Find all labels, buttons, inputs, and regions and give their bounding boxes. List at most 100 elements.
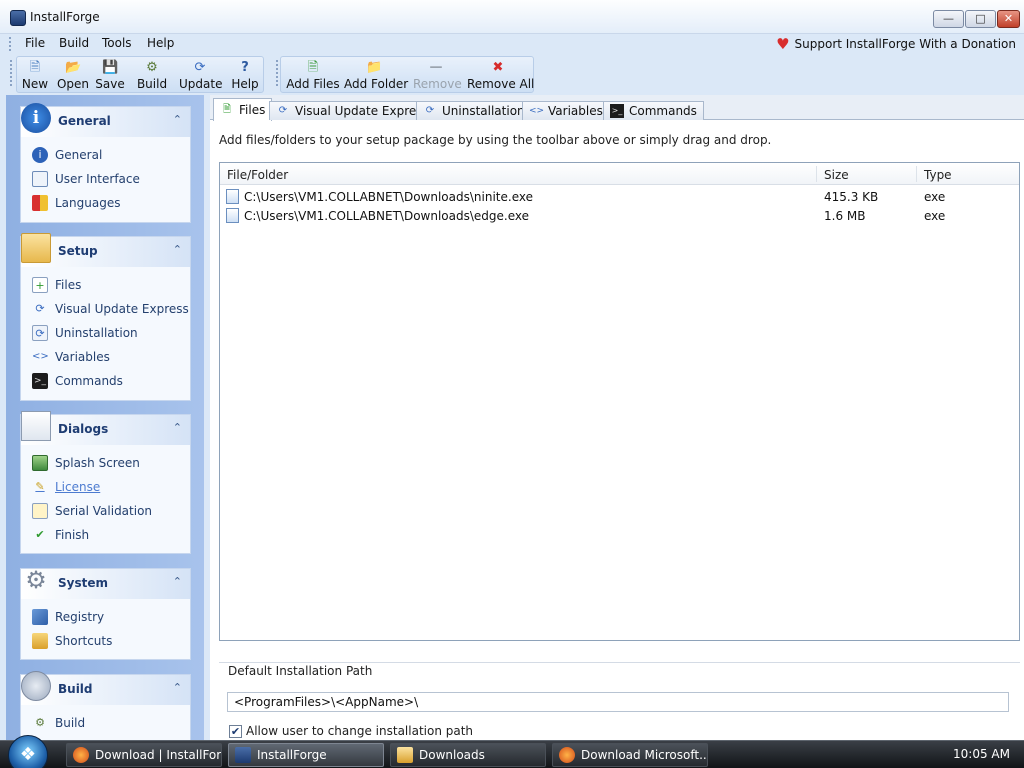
menu-grip[interactable] (9, 37, 12, 51)
column-header-file-folder[interactable]: File/Folder (227, 168, 288, 182)
sidebar-item-general[interactable]: i General (32, 146, 102, 164)
new-button[interactable]: 🗎 New (19, 57, 51, 93)
file-icon (226, 189, 239, 204)
menu-build[interactable]: Build (59, 36, 89, 50)
uninstall-icon: ⟳ (425, 105, 435, 116)
terminal-icon: >_ (610, 104, 624, 118)
path-group-legend: Default Installation Path (227, 664, 374, 678)
toolbar-grip[interactable] (10, 60, 13, 86)
menu-tools[interactable]: Tools (102, 36, 132, 50)
save-button[interactable]: 💾 Save (95, 57, 125, 93)
menu-help[interactable]: Help (147, 36, 174, 50)
taskbar-item-firefox-installforge[interactable]: Download | InstallFor... (66, 743, 222, 767)
window-icon (32, 171, 48, 187)
build-button[interactable]: ⚙ Build (135, 57, 169, 93)
remove-all-button[interactable]: ✖ Remove All (467, 57, 534, 93)
tab-files[interactable]: 🗎 Files (213, 98, 273, 121)
maximize-button[interactable]: □ (965, 10, 996, 28)
sidebar-item-finish[interactable]: ✔ Finish (32, 526, 89, 544)
sidebar-item-visual-update-express[interactable]: ⟳ Visual Update Express (32, 300, 188, 318)
menu-file[interactable]: File (25, 36, 45, 50)
taskbar-item-firefox-microsoft[interactable]: Download Microsoft... (552, 743, 708, 767)
save-icon: 💾 (102, 60, 119, 75)
installation-path-input[interactable] (227, 692, 1009, 712)
file-size: 415.3 KB (824, 190, 879, 204)
folder-icon (21, 233, 51, 263)
column-divider[interactable] (916, 166, 917, 182)
file-size: 1.6 MB (824, 209, 866, 223)
splash-image-icon (32, 455, 48, 471)
file-type: exe (924, 209, 946, 223)
table-row[interactable]: C:\Users\VM1.COLLABNET\Downloads\edge.ex… (220, 207, 1019, 226)
table-row[interactable]: C:\Users\VM1.COLLABNET\Downloads\ninite.… (220, 188, 1019, 207)
sidebar-item-splash-screen[interactable]: Splash Screen (32, 454, 140, 472)
add-file-icon: + (32, 277, 48, 293)
heart-icon: ♥ (776, 35, 790, 53)
start-button[interactable]: ❖ (8, 735, 48, 768)
allow-change-path-checkbox[interactable]: ✔ Allow user to change installation path (229, 724, 473, 738)
system-clock[interactable]: 10:05 AM (953, 747, 1010, 761)
tab-uninstallation[interactable]: ⟳ Uninstallation (416, 101, 532, 120)
column-divider[interactable] (816, 166, 817, 182)
sidebar-item-user-interface[interactable]: User Interface (32, 170, 140, 188)
panel-dialogs: Dialogs ⌃ Splash Screen ✎ License Serial… (20, 411, 191, 554)
open-button[interactable]: 📂 Open (55, 57, 91, 93)
sidebar-item-languages[interactable]: Languages (32, 194, 120, 212)
checkbox-checked-icon[interactable]: ✔ (229, 724, 242, 738)
sidebar-item-uninstallation[interactable]: ⟳ Uninstallation (32, 324, 138, 342)
panel-general-header[interactable]: i General ⌃ (21, 103, 190, 137)
allow-change-path-label: Allow user to change installation path (246, 724, 474, 738)
sidebar-item-registry[interactable]: Registry (32, 608, 104, 626)
close-icon: ✕ (1003, 12, 1014, 25)
file-path: C:\Users\VM1.COLLABNET\Downloads\ninite.… (244, 190, 533, 204)
help-button[interactable]: ? Help (229, 57, 261, 93)
sidebar-item-variables[interactable]: <> Variables (32, 348, 110, 366)
sidebar-item-commands[interactable]: >_ Commands (32, 372, 123, 390)
panel-build-header[interactable]: Build ⌃ (21, 671, 190, 705)
maximize-icon: □ (975, 12, 986, 25)
toolbar-grip-2[interactable] (276, 60, 279, 86)
column-header-size[interactable]: Size (824, 168, 849, 182)
variables-icon: <> (32, 351, 49, 362)
app-icon (10, 10, 26, 26)
add-file-icon: 🗎 (222, 104, 232, 115)
tab-variables[interactable]: <> Variables (522, 101, 610, 120)
file-list[interactable]: File/Folder Size Type C:\Users\VM1.COLLA… (219, 162, 1020, 641)
windows-logo-icon: ❖ (19, 744, 37, 765)
panel-system-header[interactable]: ⚙ System ⌃ (21, 566, 190, 599)
add-folder-button[interactable]: 📁 Add Folder (344, 57, 408, 93)
update-icon: ⟳ (278, 105, 288, 116)
tab-commands[interactable]: >_ Commands (603, 101, 704, 120)
collapse-chevron-icon[interactable]: ⌃ (173, 243, 182, 256)
sidebar-item-files[interactable]: + Files (32, 276, 81, 294)
sidebar-item-serial-validation[interactable]: Serial Validation (32, 502, 152, 520)
taskbar-item-downloads-folder[interactable]: Downloads (390, 743, 546, 767)
add-files-button[interactable]: 🗎 Add Files (285, 57, 341, 93)
close-button[interactable]: ✕ (997, 10, 1020, 28)
collapse-chevron-icon[interactable]: ⌃ (173, 113, 182, 126)
panel-setup-header[interactable]: Setup ⌃ (21, 233, 190, 267)
installforge-app-icon (235, 747, 251, 763)
sidebar-item-license[interactable]: ✎ License (32, 478, 100, 496)
registry-icon (32, 609, 48, 625)
collapse-chevron-icon[interactable]: ⌃ (173, 681, 182, 694)
collapse-chevron-icon[interactable]: ⌃ (173, 575, 182, 588)
panel-build: Build ⌃ ⚙ Build (20, 671, 191, 740)
sidebar-item-build[interactable]: ⚙ Build (32, 714, 85, 732)
update-button[interactable]: ⟳ Update (179, 57, 222, 93)
firefox-icon (559, 747, 575, 763)
support-donation-link[interactable]: ♥ Support InstallForge With a Donation (776, 34, 1016, 54)
taskbar-item-installforge[interactable]: InstallForge (228, 743, 384, 767)
tab-visual-update-express[interactable]: ⟳ Visual Update Express (269, 101, 436, 120)
sidebar-item-shortcuts[interactable]: Shortcuts (32, 632, 112, 650)
red-x-icon: ✖ (492, 60, 504, 75)
collapse-chevron-icon[interactable]: ⌃ (173, 421, 182, 434)
minimize-button[interactable]: — (933, 10, 964, 28)
serial-key-icon (32, 503, 48, 519)
panel-dialogs-header[interactable]: Dialogs ⌃ (21, 411, 190, 445)
open-folder-icon: 📂 (65, 60, 82, 75)
info-small-icon: i (32, 147, 48, 163)
remove-button[interactable]: — Remove (413, 57, 462, 93)
menu-bar: File Build Tools Help ♥ Support InstallF… (0, 34, 1024, 54)
column-header-type[interactable]: Type (924, 168, 952, 182)
